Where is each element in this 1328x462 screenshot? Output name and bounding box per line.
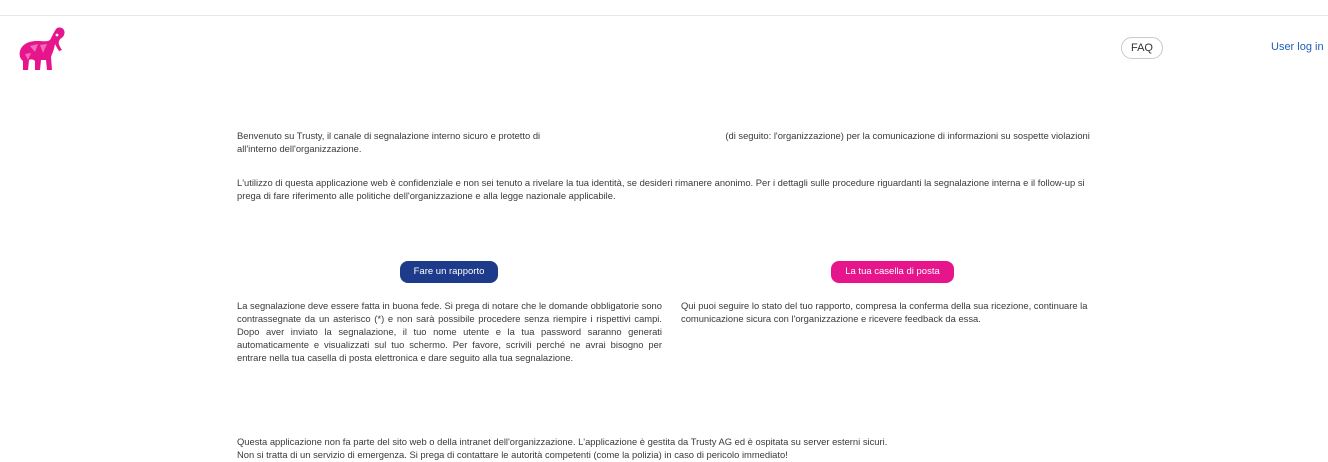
- faq-button[interactable]: FAQ: [1121, 37, 1163, 59]
- inbox-description: Qui puoi seguire lo stato del tuo rappor…: [681, 300, 1088, 324]
- footer-line-1: Questa applicazione non fa parte del sit…: [237, 436, 888, 447]
- elephant-logo-icon[interactable]: [16, 26, 68, 74]
- make-report-button[interactable]: Fare un rapporto: [400, 261, 498, 283]
- footer-line-2: Non si tratta di un servizio di emergenz…: [237, 449, 788, 460]
- inbox-button[interactable]: La tua casella di posta: [831, 261, 954, 283]
- user-login-link[interactable]: User log in: [1271, 41, 1324, 53]
- report-description: La segnalazione deve essere fatta in buo…: [237, 300, 662, 363]
- footer-disclaimer: Questa applicazione non fa parte del sit…: [237, 435, 1117, 461]
- intro-text-part1: Benvenuto su Trusty, il canale di segnal…: [237, 130, 541, 141]
- header-divider: [0, 15, 1328, 16]
- intro-paragraph-2: L'utilizzo di questa applicazione web è …: [237, 177, 1085, 201]
- intro-paragraph-1: Benvenuto su Trusty, il canale di segnal…: [237, 129, 1097, 155]
